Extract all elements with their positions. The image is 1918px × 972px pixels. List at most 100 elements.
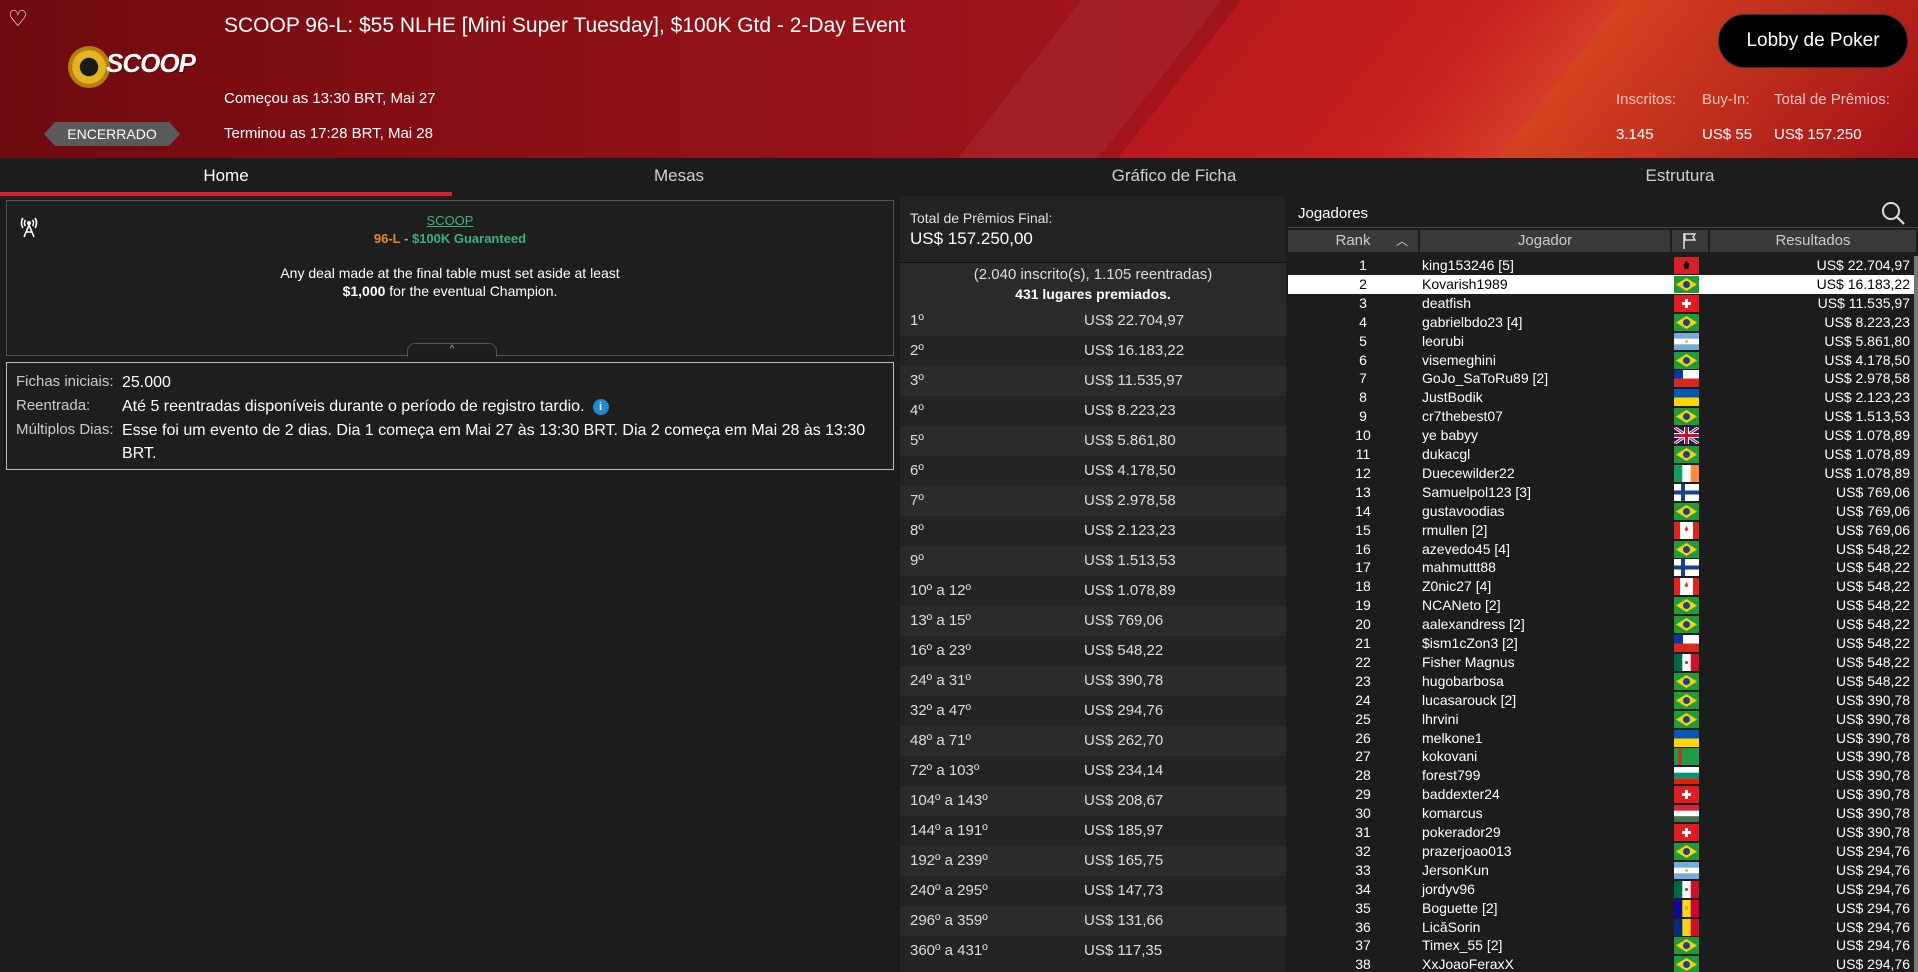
prize-structure-panel: Total de Prêmios Final: US$ 157.250,00 (… — [900, 196, 1286, 972]
entrants-value: 3.145 — [1616, 126, 1654, 143]
prize-row: 72º a 103º US$ 234,14 — [900, 756, 1286, 786]
player-name: Kovarish1989 — [1422, 275, 1508, 292]
player-result: US$ 548,22 — [1836, 635, 1910, 651]
player-result: US$ 390,78 — [1836, 805, 1910, 822]
player-row[interactable]: 1 king153246 [5] US$ 22.704,97 — [1288, 256, 1914, 275]
tab-chip-chart[interactable]: Gráfico de Ficha — [906, 158, 1442, 196]
prize-amount: US$ 208,67 — [1084, 792, 1164, 809]
prize-place: 1º — [910, 312, 924, 329]
player-name: lhrvini — [1422, 710, 1459, 727]
player-row[interactable]: 33 JersonKun US$ 294,76 — [1288, 861, 1914, 880]
tab-tables[interactable]: Mesas — [452, 158, 906, 196]
search-icon[interactable] — [1880, 200, 1906, 226]
player-rank: 36 — [1355, 918, 1371, 935]
column-results[interactable]: Resultados — [1710, 230, 1916, 252]
players-panel: Jogadores Rank ︿ Jogador Resultados 1 king… — [1288, 196, 1918, 972]
player-rank: 6 — [1359, 351, 1367, 368]
tournament-info-panel: SCOOP 96-L - $100K Guaranteed Any deal m… — [6, 200, 894, 357]
player-result: US$ 5.861,80 — [1824, 332, 1910, 349]
reentry-text: Até 5 reentradas disponíveis durante o p… — [122, 398, 585, 415]
player-row[interactable]: 31 pokerador29 US$ 390,78 — [1288, 823, 1914, 842]
player-row[interactable]: 32 prazerjoao013 US$ 294,76 — [1288, 842, 1914, 861]
places-paid: 431 lugares premiados. — [1015, 286, 1171, 302]
prize-amount: US$ 8.223,23 — [1084, 402, 1176, 419]
player-row[interactable]: 11 dukacgl US$ 1.078,89 — [1288, 445, 1914, 464]
prize-place: 192º a 239º — [910, 852, 988, 869]
prize-amount: US$ 4.178,50 — [1084, 462, 1176, 479]
player-row[interactable]: 4 gabrielbdo23 [4] US$ 8.223,23 — [1288, 313, 1914, 332]
player-row[interactable]: 7 GoJo_SaToRu89 [2] US$ 2.978,58 — [1288, 369, 1914, 388]
player-row[interactable]: 38 XxJoaoFeraxX US$ 294,76 — [1288, 955, 1914, 972]
player-rank: 28 — [1355, 767, 1371, 784]
player-row[interactable]: 16 azevedo45 [4] US$ 548,22 — [1288, 540, 1914, 559]
player-row[interactable]: 21 $ism1cZon3 [2] US$ 548,22 — [1288, 634, 1914, 653]
player-row[interactable]: 25 lhrvini US$ 390,78 — [1288, 710, 1914, 729]
player-row[interactable]: 13 Samuelpol123 [3] US$ 769,06 — [1288, 483, 1914, 502]
player-result: US$ 294,76 — [1836, 842, 1910, 859]
info-icon[interactable]: i — [592, 399, 609, 415]
prize-row: 48º a 71º US$ 262,70 — [900, 726, 1286, 756]
scoop-link[interactable]: SCOOP — [7, 213, 893, 228]
players-scrollbar[interactable] — [1914, 256, 1918, 972]
player-row[interactable]: 28 forest799 US$ 390,78 — [1288, 766, 1914, 785]
prize-amount: US$ 2.123,23 — [1084, 522, 1176, 539]
player-row[interactable]: 22 Fisher Magnus US$ 548,22 — [1288, 653, 1914, 672]
player-row[interactable]: 6 visemeghini US$ 4.178,50 — [1288, 351, 1914, 370]
tab-home[interactable]: Home — [0, 158, 452, 196]
player-rank: 2 — [1359, 275, 1367, 292]
player-rank: 8 — [1359, 389, 1367, 406]
player-result: US$ 22.704,97 — [1816, 257, 1910, 273]
player-name: melkone1 — [1422, 729, 1483, 746]
player-result: US$ 769,06 — [1836, 502, 1910, 519]
player-row[interactable]: 35 Boguette [2] US$ 294,76 — [1288, 899, 1914, 918]
player-row[interactable]: 10 ye babyy US$ 1.078,89 — [1288, 426, 1914, 445]
player-row[interactable]: 17 mahmuttt88 US$ 548,22 — [1288, 558, 1914, 577]
player-row[interactable]: 15 rmullen [2] US$ 769,06 — [1288, 521, 1914, 540]
chile-flag-icon — [1674, 635, 1699, 652]
player-rank: 22 — [1355, 653, 1371, 670]
player-row[interactable]: 30 komarcus US$ 390,78 — [1288, 804, 1914, 823]
player-name: leorubi — [1422, 332, 1465, 349]
player-row[interactable]: 24 lucasarouck [2] US$ 390,78 — [1288, 691, 1914, 710]
player-rank: 37 — [1355, 937, 1371, 954]
canada-flag-icon — [1674, 521, 1699, 539]
player-name: hugobarbosa — [1422, 672, 1504, 689]
player-row[interactable]: 20 aalexandress [2] US$ 548,22 — [1288, 615, 1914, 634]
player-row[interactable]: 9 cr7thebest07 US$ 1.513,53 — [1288, 407, 1914, 426]
player-row[interactable]: 18 Z0nic27 [4] US$ 548,22 — [1288, 577, 1914, 596]
player-row[interactable]: 12 Duecewilder22 US$ 1.078,89 — [1288, 464, 1914, 483]
player-rank: 32 — [1355, 842, 1371, 859]
column-player[interactable]: Jogador — [1420, 230, 1670, 252]
player-name: deatfish — [1422, 294, 1472, 311]
collapse-chevron-up-icon[interactable]: ^ — [407, 343, 497, 357]
player-result: US$ 1.513,53 — [1824, 408, 1910, 425]
player-row[interactable]: 23 hugobarbosa US$ 548,22 — [1288, 672, 1914, 691]
starting-chips-value: 25.000 — [122, 374, 171, 391]
player-row[interactable]: 14 gustavoodias US$ 769,06 — [1288, 502, 1914, 521]
player-row[interactable]: 8 JustBodik US$ 2.123,23 — [1288, 388, 1914, 407]
player-row[interactable]: 26 melkone1 US$ 390,78 — [1288, 729, 1914, 748]
player-row[interactable]: 27 kokovani US$ 390,78 — [1288, 747, 1914, 766]
poker-lobby-button[interactable]: Lobby de Poker — [1718, 14, 1908, 68]
column-country-flag-icon[interactable] — [1672, 230, 1708, 252]
player-result: US$ 548,22 — [1836, 540, 1910, 557]
player-row[interactable]: 3 deatfish US$ 11.535,97 — [1288, 294, 1914, 313]
player-row[interactable]: 29 baddexter24 US$ 390,78 — [1288, 785, 1914, 804]
tab-structure[interactable]: Estrutura — [1442, 158, 1918, 196]
player-name: Samuelpol123 [3] — [1422, 483, 1531, 500]
favorite-heart-icon[interactable]: ♡ — [8, 6, 28, 32]
prize-row: 2º US$ 16.183,22 — [900, 336, 1286, 366]
player-row[interactable]: 2 Kovarish1989 US$ 16.183,22 — [1288, 274, 1914, 294]
brazil-flag-icon — [1674, 672, 1699, 690]
player-name: $ism1cZon3 [2] — [1422, 635, 1518, 651]
player-name: komarcus — [1422, 805, 1483, 822]
prize-total-value: US$ 157.250 — [1774, 126, 1862, 143]
brazil-flag-icon — [1674, 275, 1699, 293]
player-row[interactable]: 5 leorubi US$ 5.861,80 — [1288, 332, 1914, 351]
player-result: US$ 548,22 — [1836, 559, 1910, 576]
player-row[interactable]: 36 LicăSorin US$ 294,76 — [1288, 918, 1914, 937]
player-row[interactable]: 34 jordyv96 US$ 294,76 — [1288, 880, 1914, 899]
column-rank[interactable]: Rank ︿ — [1288, 230, 1418, 252]
player-row[interactable]: 37 Timex_55 [2] US$ 294,76 — [1288, 936, 1914, 955]
player-row[interactable]: 19 NCANeto [2] US$ 548,22 — [1288, 596, 1914, 615]
